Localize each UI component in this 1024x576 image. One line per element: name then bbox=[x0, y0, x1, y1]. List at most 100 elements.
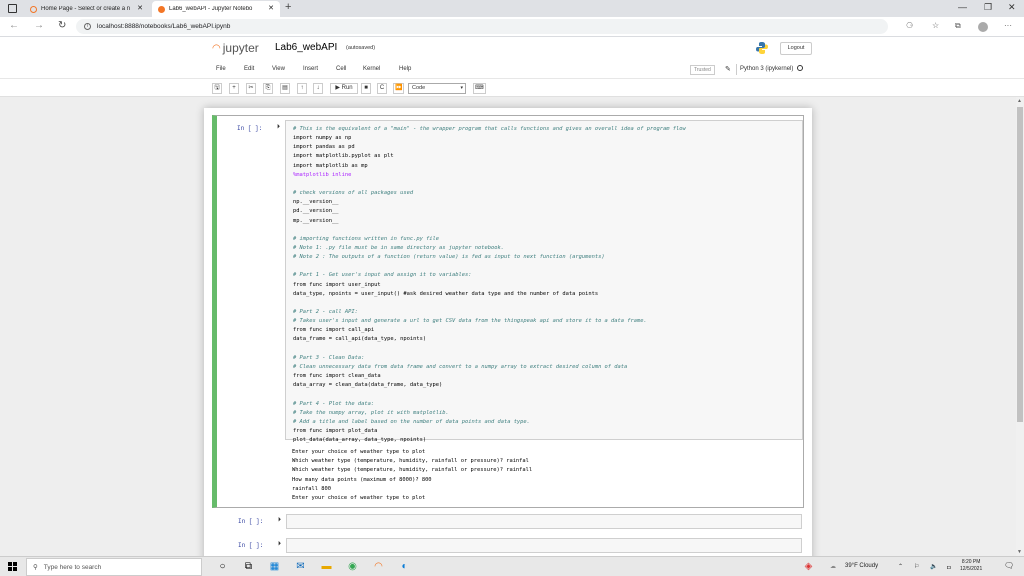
input-prompt: In [ ]: bbox=[237, 125, 263, 132]
code-line: # Part 2 - call API: bbox=[293, 309, 358, 315]
browser-tab-strip: Home Page - Select or create a n ✕ Lab6_… bbox=[0, 0, 1024, 17]
move-up-icon[interactable]: ↑ bbox=[297, 83, 307, 94]
run-cell-icon[interactable]: ⏵ bbox=[277, 124, 280, 131]
more-menu-icon[interactable]: ··· bbox=[1004, 21, 1012, 30]
code-line: # Take the numpy array, plot it with mat… bbox=[293, 409, 449, 416]
url-field[interactable]: i localhost:8888/notebooks/Lab6_webAPI.i… bbox=[76, 19, 888, 34]
restart-run-all-icon[interactable]: ⏩ bbox=[393, 83, 405, 94]
menu-view[interactable]: View bbox=[272, 66, 285, 72]
edge-icon[interactable]: ◐ bbox=[398, 560, 411, 573]
tab-title: Home Page - Select or create a n bbox=[41, 6, 131, 12]
windows-start-icon[interactable] bbox=[8, 562, 17, 571]
menu-help[interactable]: Help bbox=[399, 66, 411, 72]
jupyter-logo[interactable]: ◠ jupyter bbox=[212, 41, 259, 55]
logout-button[interactable]: Logout bbox=[780, 42, 812, 55]
clock-date: 12/5/2021 bbox=[960, 566, 983, 572]
new-tab-button[interactable]: + bbox=[285, 1, 291, 13]
close-tab-icon[interactable]: ✕ bbox=[137, 4, 143, 12]
insert-cell-icon[interactable]: + bbox=[229, 83, 239, 94]
restore-icon[interactable]: ❐ bbox=[984, 2, 992, 13]
chrome-icon[interactable]: ◉ bbox=[346, 560, 359, 573]
reload-icon[interactable]: ↻ bbox=[58, 20, 66, 31]
copy-icon[interactable]: ⎘ bbox=[263, 83, 273, 94]
system-clock[interactable]: 8:20 PM 12/5/2021 bbox=[960, 559, 982, 573]
move-down-icon[interactable]: ↓ bbox=[313, 83, 323, 94]
paste-icon[interactable]: ▤ bbox=[280, 83, 290, 94]
tab-lab6-notebook[interactable]: Lab6_webAPI - Jupyter Notebo ✕ bbox=[152, 1, 280, 17]
outlook-icon[interactable]: ✉ bbox=[294, 560, 307, 573]
empty-code-cell[interactable]: In [ ]: ⏵ bbox=[212, 536, 804, 554]
profile-avatar[interactable] bbox=[978, 22, 988, 32]
input-prompt: In [ ]: bbox=[238, 518, 264, 525]
language-icon[interactable]: ㅁ bbox=[946, 563, 952, 572]
jupyter-favicon-icon bbox=[30, 5, 37, 13]
task-view-icon[interactable]: ⧉ bbox=[242, 560, 255, 573]
volume-icon[interactable]: 🔈 bbox=[930, 563, 937, 570]
python-logo-icon bbox=[756, 42, 768, 54]
window-menu-icon[interactable] bbox=[8, 4, 17, 13]
read-aloud-icon[interactable]: ⚆ bbox=[906, 21, 913, 30]
scroll-up-icon[interactable]: ▲ bbox=[1017, 98, 1022, 104]
store-icon[interactable]: ▦ bbox=[268, 560, 281, 573]
forward-icon[interactable]: → bbox=[34, 20, 44, 31]
antivirus-icon[interactable]: ◈ bbox=[802, 560, 815, 573]
minimize-icon[interactable]: — bbox=[958, 2, 967, 12]
chevron-up-icon[interactable]: ⌃ bbox=[898, 563, 903, 570]
code-line: import numpy as np bbox=[293, 135, 352, 142]
file-explorer-icon[interactable]: ▬ bbox=[320, 560, 333, 573]
code-line: %matplotlib inline bbox=[293, 171, 352, 178]
weather-text[interactable]: 39°F Cloudy bbox=[845, 563, 878, 569]
collections-icon[interactable]: ⧉ bbox=[955, 21, 961, 31]
favorite-star-icon[interactable]: ☆ bbox=[932, 21, 939, 30]
jupyter-taskbar-icon[interactable]: ◠ bbox=[372, 560, 385, 573]
tab-home-page[interactable]: Home Page - Select or create a n ✕ bbox=[24, 1, 149, 17]
cortana-icon[interactable]: ○ bbox=[216, 560, 229, 573]
taskbar-search-field[interactable]: ⚲ Type here to search bbox=[26, 558, 202, 576]
menu-insert[interactable]: Insert bbox=[303, 66, 318, 72]
address-bar-row: ← → ↻ i localhost:8888/notebooks/Lab6_we… bbox=[0, 17, 1024, 37]
code-line: from func import user_input bbox=[293, 281, 381, 288]
run-cell-icon[interactable]: ⏵ bbox=[278, 517, 281, 524]
kernel-name: Python 3 (ipykernel) bbox=[740, 66, 794, 72]
cut-icon[interactable]: ✂ bbox=[246, 83, 256, 94]
code-cell-selected[interactable]: In [ ]: ⏵ # This is the equivalent of a … bbox=[212, 115, 804, 508]
code-line: np.__version__ bbox=[293, 199, 339, 206]
trusted-badge[interactable]: Trusted bbox=[690, 65, 715, 75]
code-editor[interactable] bbox=[286, 514, 802, 529]
code-line: import matplotlib as mp bbox=[293, 162, 368, 169]
save-icon[interactable]: 🖫 bbox=[212, 83, 222, 94]
command-palette-icon[interactable]: ⌨ bbox=[473, 83, 486, 94]
output-line: How many data points (maximum of 8000)? … bbox=[292, 476, 432, 483]
run-cell-icon[interactable]: ⏵ bbox=[278, 541, 281, 548]
code-line: # check versions of all packages used bbox=[293, 190, 414, 197]
empty-code-cell[interactable]: In [ ]: ⏵ bbox=[212, 512, 804, 530]
network-icon[interactable]: ⚐ bbox=[914, 563, 919, 570]
jupyter-logo-text: jupyter bbox=[222, 41, 259, 55]
restart-icon[interactable]: C bbox=[377, 83, 387, 94]
menu-kernel[interactable]: Kernel bbox=[363, 66, 380, 72]
notebook-name[interactable]: Lab6_webAPI bbox=[275, 42, 337, 53]
cell-type-select[interactable]: Code ▾ bbox=[408, 83, 466, 94]
code-editor[interactable] bbox=[286, 538, 802, 553]
menu-edit[interactable]: Edit bbox=[244, 66, 254, 72]
code-editor[interactable]: # This is the equivalent of a "main" - t… bbox=[285, 120, 803, 443]
scrollbar-thumb[interactable] bbox=[1017, 107, 1023, 422]
back-icon[interactable]: ← bbox=[9, 20, 19, 31]
close-window-icon[interactable]: ✕ bbox=[1008, 2, 1016, 13]
menu-cell[interactable]: Cell bbox=[336, 66, 346, 72]
page-scrollbar[interactable]: ▲ ▼ bbox=[1016, 97, 1024, 558]
notebook-menubar: File Edit View Insert Cell Kernel Help T… bbox=[0, 61, 1024, 79]
scroll-down-icon[interactable]: ▼ bbox=[1017, 549, 1022, 555]
notification-icon[interactable]: 🗨 bbox=[1004, 561, 1014, 570]
code-line: # This is the equivalent of a "main" - t… bbox=[293, 126, 686, 132]
info-icon[interactable]: i bbox=[84, 23, 91, 30]
interrupt-icon[interactable]: ■ bbox=[361, 83, 371, 94]
edit-mode-pencil-icon: ✎ bbox=[725, 66, 731, 73]
search-icon: ⚲ bbox=[33, 564, 38, 571]
close-tab-icon[interactable]: ✕ bbox=[268, 4, 274, 12]
run-button[interactable]: ▶ Run bbox=[330, 83, 358, 94]
url-text: localhost:8888/notebooks/Lab6_webAPI.ipy… bbox=[97, 23, 231, 30]
code-line: import pandas as pd bbox=[293, 144, 355, 151]
menu-file[interactable]: File bbox=[216, 66, 226, 72]
code-line: # Takes user's input and generate a url … bbox=[293, 318, 647, 325]
